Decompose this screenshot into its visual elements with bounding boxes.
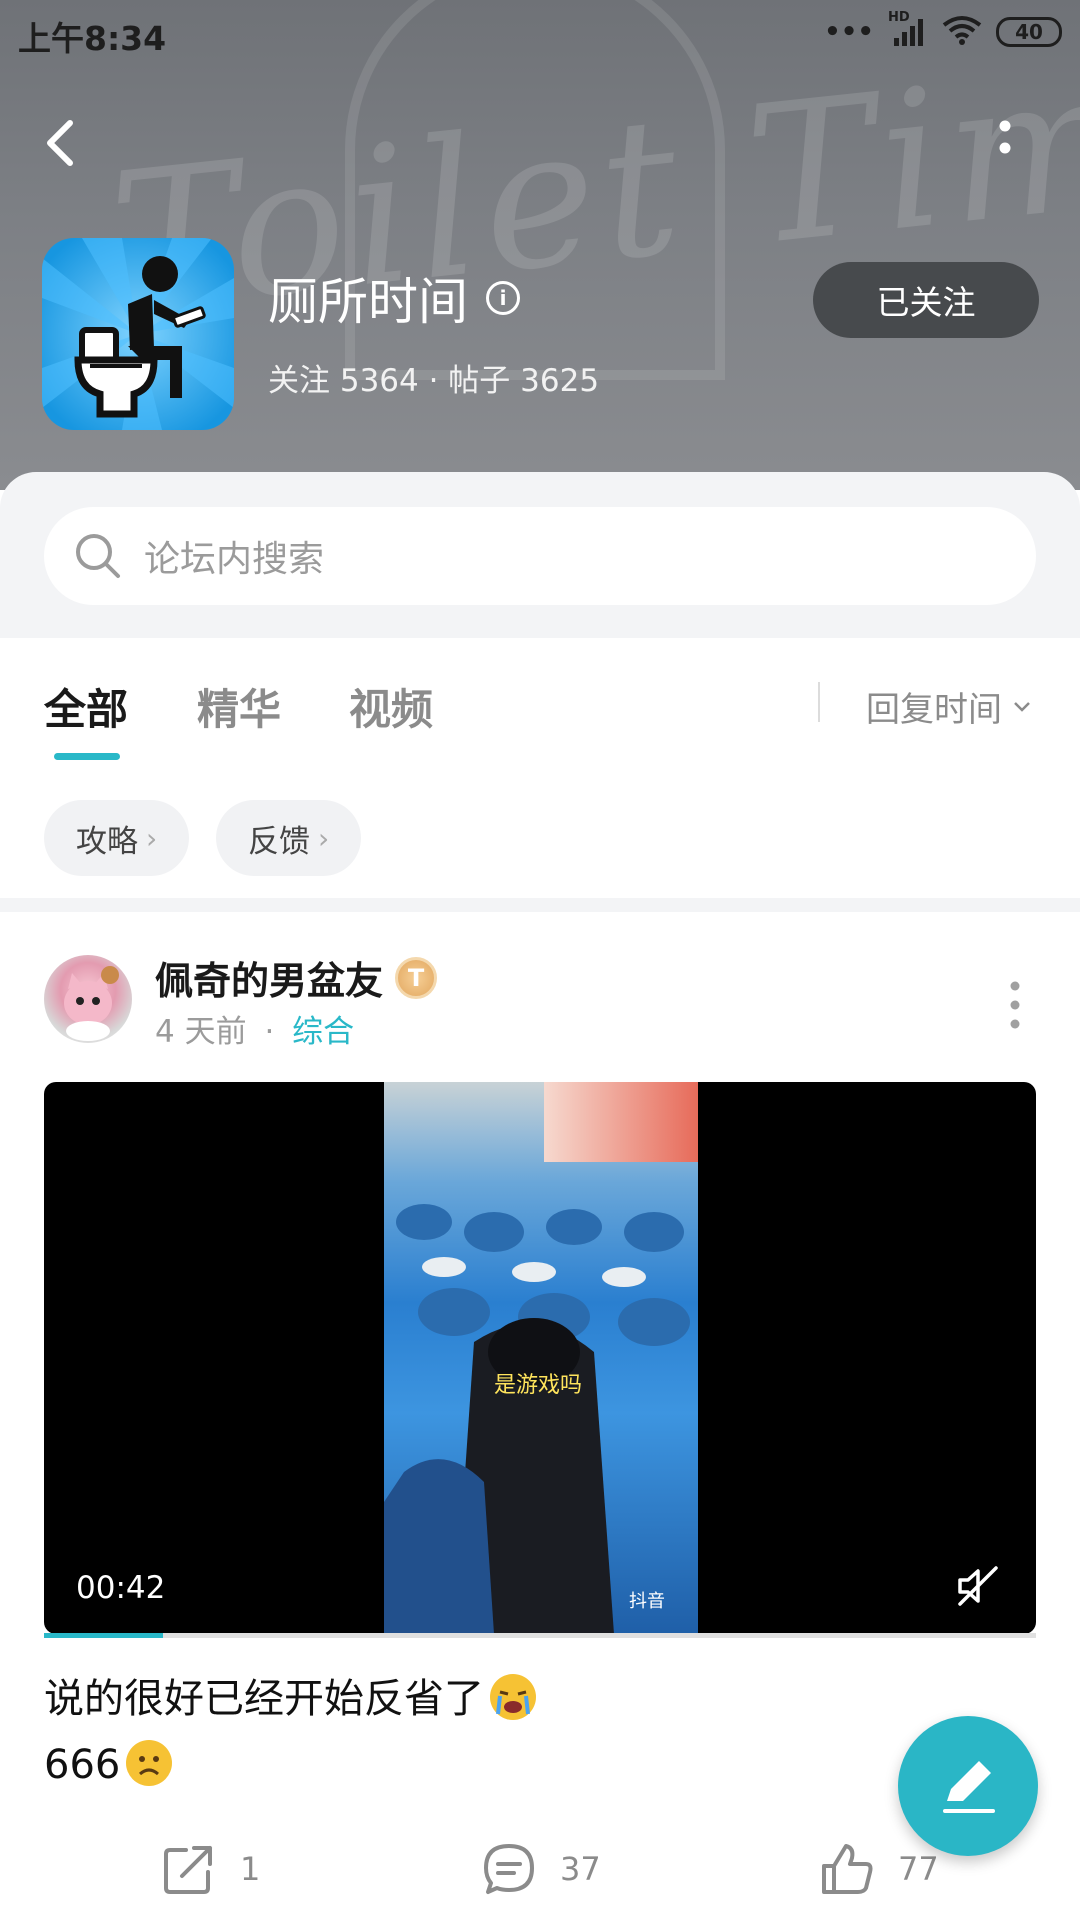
chevron-down-icon xyxy=(1014,701,1030,712)
active-tab-indicator xyxy=(54,753,120,760)
chip-feedback-label: 反馈 xyxy=(248,823,310,860)
share-icon xyxy=(164,1846,212,1894)
video-watermark: 抖音 xyxy=(629,1591,665,1612)
search-input[interactable]: 论坛内搜索 xyxy=(44,507,1036,605)
sad-emoji-icon xyxy=(126,1740,173,1786)
topic-chips: 攻略 › 反馈 › xyxy=(0,770,1080,898)
info-icon[interactable]: i xyxy=(486,281,520,315)
forum-header: Toilet Time! 上午8:34 ••• HD 40 厕所时间 i 关注 … xyxy=(0,0,1080,490)
status-time: 上午8:34 xyxy=(18,19,167,58)
post-meta: 4 天前 · 综合 xyxy=(155,1006,354,1051)
video-player[interactable]: 是游戏吗 抖音 00:42 xyxy=(44,1082,1036,1634)
tab-all[interactable]: 全部 xyxy=(44,676,128,737)
chip-guide-label: 攻略 xyxy=(76,823,138,860)
sort-divider xyxy=(818,682,820,722)
pen-icon xyxy=(943,1761,995,1813)
mute-button[interactable] xyxy=(956,1564,1000,1608)
comment-button[interactable]: 37 xyxy=(480,1840,601,1898)
video-frame: 是游戏吗 抖音 xyxy=(384,1082,698,1634)
forum-avatar-icon xyxy=(42,238,234,430)
comment-count: 37 xyxy=(560,1850,601,1888)
battery-icon: 40 xyxy=(996,17,1062,47)
share-count: 1 xyxy=(240,1850,261,1888)
forum-title: 厕所时间 i xyxy=(268,262,520,334)
vertical-dots-icon xyxy=(999,120,1011,154)
network-type-label: HD xyxy=(888,10,910,25)
back-arrow-icon xyxy=(47,120,73,166)
post-actions: 1 37 77 xyxy=(0,1830,1080,1904)
cat-avatar-image xyxy=(64,966,119,1041)
forum-title-text: 厕所时间 xyxy=(268,273,468,331)
status-icons: ••• HD 40 xyxy=(824,10,1062,50)
post-text-line1: 说的很好已经开始反省了 xyxy=(44,1666,536,1732)
share-button[interactable]: 1 xyxy=(160,1840,260,1898)
vertical-dots-icon xyxy=(1010,981,1020,1029)
search-placeholder: 论坛内搜索 xyxy=(144,539,325,580)
search-icon xyxy=(76,534,120,578)
author-name: 佩奇的男盆友 xyxy=(155,959,384,1003)
status-bar: 上午8:34 ••• HD 40 xyxy=(0,0,1080,70)
follow-button[interactable]: 已关注 xyxy=(813,262,1039,338)
post-body[interactable]: 说的很好已经开始反省了 666 xyxy=(44,1666,536,1798)
chevron-right-icon: › xyxy=(146,821,158,855)
search-panel: 论坛内搜索 xyxy=(0,472,1080,638)
post-time: 4 天前 xyxy=(155,1014,247,1050)
chip-guide[interactable]: 攻略 › xyxy=(44,800,190,876)
thumbs-up-icon xyxy=(822,1844,873,1894)
mute-icon xyxy=(958,1566,998,1606)
video-duration: 00:42 xyxy=(76,1570,166,1606)
post-category[interactable]: 综合 xyxy=(292,1014,354,1050)
post-text-line2: 666 xyxy=(44,1732,536,1798)
level-badge-icon: T xyxy=(395,956,438,999)
tab-video[interactable]: 视频 xyxy=(349,676,433,737)
video-progress-fill xyxy=(44,1633,164,1638)
video-progress-bar[interactable] xyxy=(44,1633,1036,1638)
author-avatar[interactable] xyxy=(44,955,132,1043)
sort-label: 回复时间 xyxy=(866,690,1002,730)
like-button[interactable]: 77 xyxy=(818,1840,939,1898)
crowd-image xyxy=(384,1204,690,1634)
back-button[interactable] xyxy=(40,115,80,171)
wifi-icon xyxy=(942,14,982,50)
chevron-right-icon: › xyxy=(318,821,330,855)
chip-feedback[interactable]: 反馈 › xyxy=(216,800,362,876)
sort-dropdown[interactable]: 回复时间 xyxy=(866,682,1032,731)
post-tabs: 全部 精华 视频 回复时间 xyxy=(0,638,1080,770)
comment-icon xyxy=(484,1844,534,1894)
post-more-button[interactable] xyxy=(1000,980,1030,1030)
video-caption: 是游戏吗 xyxy=(494,1373,583,1398)
like-count: 77 xyxy=(898,1850,939,1888)
more-options-button[interactable] xyxy=(985,118,1025,178)
meta-separator: · xyxy=(264,1014,275,1050)
post-text-line2-text: 666 xyxy=(44,1742,121,1788)
tab-featured[interactable]: 精华 xyxy=(197,676,281,737)
forum-stats: 关注 5364 · 帖子 3625 xyxy=(268,363,600,399)
signal-icon: HD xyxy=(888,10,928,48)
post-text-line1-text: 说的很好已经开始反省了 xyxy=(44,1676,484,1722)
section-divider xyxy=(0,898,1080,912)
post-author[interactable]: 佩奇的男盆友 T xyxy=(155,950,438,1005)
compose-button[interactable] xyxy=(898,1716,1038,1856)
more-dots-icon: ••• xyxy=(824,17,874,47)
crying-emoji-icon xyxy=(490,1674,536,1720)
